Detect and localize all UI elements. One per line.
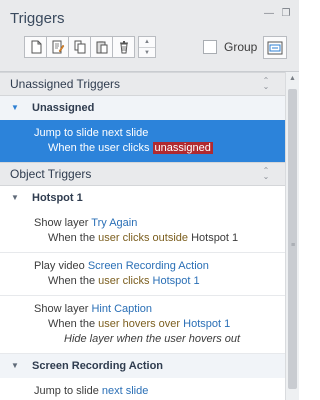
scroll-thumb[interactable]: ≡ [288,89,297,389]
group-label: Group [224,40,258,54]
trigger-condition: When the user clicks Hotspot 1 [48,275,200,287]
edit-trigger-icon [52,40,64,54]
unassigned-badge[interactable]: unassigned [152,142,213,154]
group-screen-recording-action[interactable]: ▼ Screen Recording Action [0,354,285,378]
group-toggle: Group [203,40,257,54]
group-title: Screen Recording Action [32,360,164,372]
section-unassigned-triggers[interactable]: Unassigned Triggers ⌃ ⌄ [0,72,285,96]
minimize-icon[interactable]: — [264,9,274,19]
trigger-event-link[interactable]: user clicks [98,275,149,287]
expand-caret-icon[interactable]: ▼ [11,186,19,210]
trigger-target-link[interactable]: Hint Caption [91,303,152,315]
trigger-event-link[interactable]: user hovers over [98,318,180,330]
collapse-section-icon[interactable]: ⌃ ⌄ [261,77,271,91]
group-options-icon [267,41,283,54]
move-down-icon[interactable]: ▼ [139,47,155,58]
trigger-action: Show layer Try Again [34,217,138,229]
section-title: Unassigned Triggers [10,77,121,91]
move-up-icon[interactable]: ▲ [139,37,155,47]
panel-title: Triggers [10,10,65,27]
group-title: Unassigned [32,102,95,114]
new-trigger-button[interactable] [24,36,47,58]
paste-button[interactable] [90,36,113,58]
trigger-item[interactable]: Show layer Try Again When the user click… [0,210,285,253]
trigger-action: Show layer Hint Caption [34,303,153,315]
section-object-triggers[interactable]: Object Triggers ⌃ ⌄ [0,162,285,186]
window-buttons: — ❐ [264,9,291,19]
delete-button[interactable] [112,36,135,58]
trigger-action: Jump to slide next slide [34,127,149,139]
trigger-action: Jump to slide next slide [34,385,149,397]
trigger-item[interactable]: Show layer Hint Caption When the user ho… [0,296,285,354]
group-checkbox[interactable] [203,40,217,54]
trigger-extra-condition: Hide layer when the user hovers out [64,333,241,345]
group-options-button[interactable] [263,36,287,59]
triggers-list: Unassigned Triggers ⌃ ⌄ ▼ Unassigned Jump… [0,72,285,400]
scroll-up-icon[interactable]: ▲ [286,72,299,86]
vertical-scrollbar[interactable]: ▲ ≡ [285,72,299,400]
new-trigger-icon [31,40,41,54]
copy-button[interactable] [68,36,91,58]
trigger-item[interactable]: Play video Screen Recording Action When … [0,253,285,296]
grip-icon: ≡ [291,242,296,249]
trigger-condition: When the user hovers over Hotspot 1 [48,318,231,330]
trigger-object-link[interactable]: Hotspot 1 [153,275,200,287]
group-unassigned[interactable]: ▼ Unassigned [0,96,285,120]
trigger-target-link[interactable]: Screen Recording Action [88,260,209,272]
trigger-condition: When the user clicks outside Hotspot 1 [48,232,239,244]
delete-icon [119,41,128,54]
trigger-event-link[interactable]: user clicks outside [98,232,188,244]
copy-icon [74,40,85,54]
trigger-item[interactable]: Jump to slide next slide [0,378,285,400]
trigger-target-link[interactable]: next slide [102,385,148,397]
paste-icon [96,41,107,54]
reorder-buttons: ▲ ▼ [138,36,156,58]
group-title: Hotspot 1 [32,192,83,204]
expand-caret-icon[interactable]: ▼ [11,96,19,120]
collapse-section-icon[interactable]: ⌃ ⌄ [261,167,271,181]
section-title: Object Triggers [10,167,92,181]
triggers-panel: Triggers — ❐ ▲ ▼ Group Unassigned Trigge… [0,0,299,400]
expand-caret-icon[interactable]: ▼ [11,354,19,378]
group-hotspot-1[interactable]: ▼ Hotspot 1 [0,186,285,210]
restore-icon[interactable]: ❐ [281,9,291,19]
trigger-item-selected[interactable]: Jump to slide next slide When the user c… [0,120,285,162]
edit-trigger-button[interactable] [46,36,69,58]
panel-header: Triggers — ❐ ▲ ▼ Group [0,0,299,72]
trigger-condition: When the user clicks unassigned [48,142,213,154]
trigger-target-link[interactable]: Try Again [91,217,137,229]
trigger-toolbar: ▲ ▼ [24,36,156,58]
trigger-object-link[interactable]: Hotspot 1 [183,318,230,330]
trigger-action: Play video Screen Recording Action [34,260,209,272]
